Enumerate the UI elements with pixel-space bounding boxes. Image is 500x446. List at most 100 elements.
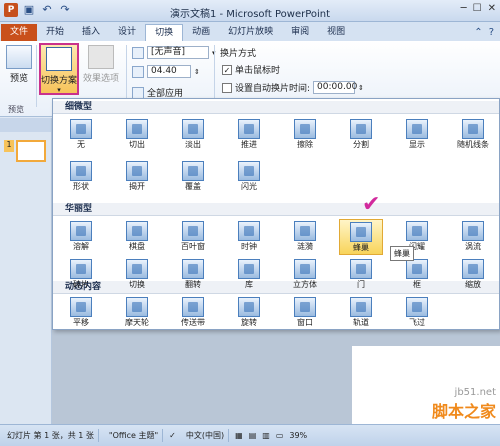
transition-item-label: 溶解: [73, 242, 89, 251]
transition-item-label: 棋盘: [129, 242, 145, 251]
transition-thumbnail-icon: [350, 119, 372, 139]
transition-item[interactable]: 蜂巢: [339, 219, 383, 255]
transition-item[interactable]: 闪光: [227, 159, 271, 195]
transition-scheme-button[interactable]: 切换方案 ▾: [39, 43, 79, 95]
sorter-view-icon[interactable]: ▤: [249, 431, 257, 440]
auto-advance-stepper[interactable]: ⇕: [358, 84, 364, 92]
transition-item[interactable]: 碎片: [59, 257, 103, 293]
minimize-icon[interactable]: ─: [461, 3, 467, 14]
transition-item[interactable]: 传送带: [171, 295, 215, 331]
tab-transitions[interactable]: 切换: [145, 24, 184, 41]
transition-item[interactable]: 覆盖: [171, 159, 215, 195]
ribbon-collapse-icon[interactable]: ⌃: [474, 27, 482, 38]
transition-item[interactable]: 涟漪: [283, 219, 327, 255]
transition-item[interactable]: 形状: [59, 159, 103, 195]
transition-item[interactable]: 分割: [339, 117, 383, 153]
transition-item[interactable]: 百叶窗: [171, 219, 215, 255]
transition-item[interactable]: 平移: [59, 295, 103, 331]
reading-view-icon[interactable]: ▥: [262, 431, 270, 440]
transition-item-label: 摩天轮: [125, 318, 149, 327]
transition-item[interactable]: 切出: [115, 117, 159, 153]
slide-thumbnail[interactable]: [16, 140, 46, 162]
transition-thumbnail-icon: [182, 259, 204, 279]
on-click-checkbox[interactable]: ✓: [222, 64, 232, 75]
transition-thumbnail-icon: [294, 259, 316, 279]
tab-review[interactable]: 审阅: [282, 24, 318, 41]
transition-item[interactable]: 旋转: [227, 295, 271, 331]
ribbon-separator: [36, 45, 37, 107]
transition-item[interactable]: 揭开: [115, 159, 159, 195]
switch-method-title: 换片方式: [220, 49, 257, 59]
slides-pane-tabs[interactable]: [0, 118, 51, 132]
sound-select[interactable]: [无声音]: [147, 46, 209, 59]
auto-advance-input[interactable]: 00:00.00: [313, 81, 357, 94]
transition-thumbnail-icon: [182, 119, 204, 139]
transition-item[interactable]: 翻转: [171, 257, 215, 293]
window-controls: ─ ☐ ✕: [461, 3, 496, 14]
window-title: 演示文稿1 - Microsoft PowerPoint: [169, 9, 331, 20]
transition-item[interactable]: 摩天轮: [115, 295, 159, 331]
transition-thumbnail-icon: [406, 297, 428, 317]
transition-thumbnail-icon: [350, 297, 372, 317]
preview-group-label: 预览: [8, 105, 24, 114]
transition-item-label: 形状: [73, 182, 89, 191]
transition-item[interactable]: 显示: [395, 117, 439, 153]
transition-item[interactable]: 库: [227, 257, 271, 293]
tab-design[interactable]: 设计: [109, 24, 145, 41]
duration-stepper[interactable]: ⇕: [194, 68, 200, 76]
help-icon[interactable]: ?: [489, 27, 494, 38]
maximize-icon[interactable]: ☐: [473, 3, 482, 14]
transition-item[interactable]: 棋盘: [115, 219, 159, 255]
transition-item-label: 缩放: [465, 280, 481, 289]
transition-item[interactable]: 无: [59, 117, 103, 153]
sound-icon: [132, 46, 144, 59]
tab-view[interactable]: 视图: [318, 24, 354, 41]
transition-item[interactable]: 门: [339, 257, 383, 293]
tab-file[interactable]: 文件: [1, 24, 38, 41]
auto-advance-checkbox[interactable]: [222, 82, 232, 93]
transition-item[interactable]: 擦除: [283, 117, 327, 153]
transition-item[interactable]: 溶解: [59, 219, 103, 255]
watermark-url: jb51.net: [454, 387, 496, 398]
transition-item[interactable]: 轨道: [339, 295, 383, 331]
tooltip: 蜂巢: [390, 246, 414, 261]
transition-item-label: 覆盖: [185, 182, 201, 191]
transition-thumbnail-icon: [350, 222, 372, 242]
spellcheck-icon[interactable]: ✓: [169, 431, 176, 440]
transition-thumbnail-icon: [126, 221, 148, 241]
transition-item[interactable]: 缩放: [451, 257, 495, 293]
transition-item[interactable]: 涡流: [451, 219, 495, 255]
close-icon[interactable]: ✕: [488, 3, 496, 14]
transition-item-label: 框: [413, 280, 421, 289]
transition-item[interactable]: 时钟: [227, 219, 271, 255]
transition-item-label: 旋转: [241, 318, 257, 327]
normal-view-icon[interactable]: ▦: [235, 431, 243, 440]
transition-item[interactable]: 窗口: [283, 295, 327, 331]
tab-home[interactable]: 开始: [37, 24, 73, 41]
transition-item[interactable]: 框: [395, 257, 439, 293]
ribbon-right-controls: ⌃ ?: [474, 27, 500, 41]
transition-item-label: 门: [357, 280, 365, 289]
slideshow-view-icon[interactable]: ▭: [276, 431, 284, 440]
preview-label: 预览: [9, 74, 28, 84]
transition-item[interactable]: 推进: [227, 117, 271, 153]
transition-item-label: 立方体: [293, 280, 317, 289]
transition-thumbnail-icon: [462, 221, 484, 241]
transition-item[interactable]: 立方体: [283, 257, 327, 293]
tab-animations[interactable]: 动画: [183, 24, 219, 41]
transition-item-label: 显示: [409, 140, 425, 149]
transition-thumbnail-icon: [70, 297, 92, 317]
transition-item[interactable]: 淡出: [171, 117, 215, 153]
transition-item[interactable]: 随机线条: [451, 117, 495, 153]
transition-item[interactable]: 切换: [115, 257, 159, 293]
on-click-row[interactable]: ✓ 单击鼠标时: [222, 63, 280, 76]
duration-input[interactable]: 04.40: [147, 65, 191, 78]
tab-insert[interactable]: 插入: [73, 24, 109, 41]
preview-button[interactable]: 预览: [4, 45, 34, 84]
effect-options-button[interactable]: 效果选项: [82, 45, 120, 84]
transition-item[interactable]: 飞过: [395, 295, 439, 331]
tab-slideshow[interactable]: 幻灯片放映: [219, 24, 282, 41]
language[interactable]: 中文(中国): [182, 429, 230, 442]
zoom-level[interactable]: 39%: [289, 431, 307, 440]
on-click-label: 单击鼠标时: [235, 66, 281, 76]
